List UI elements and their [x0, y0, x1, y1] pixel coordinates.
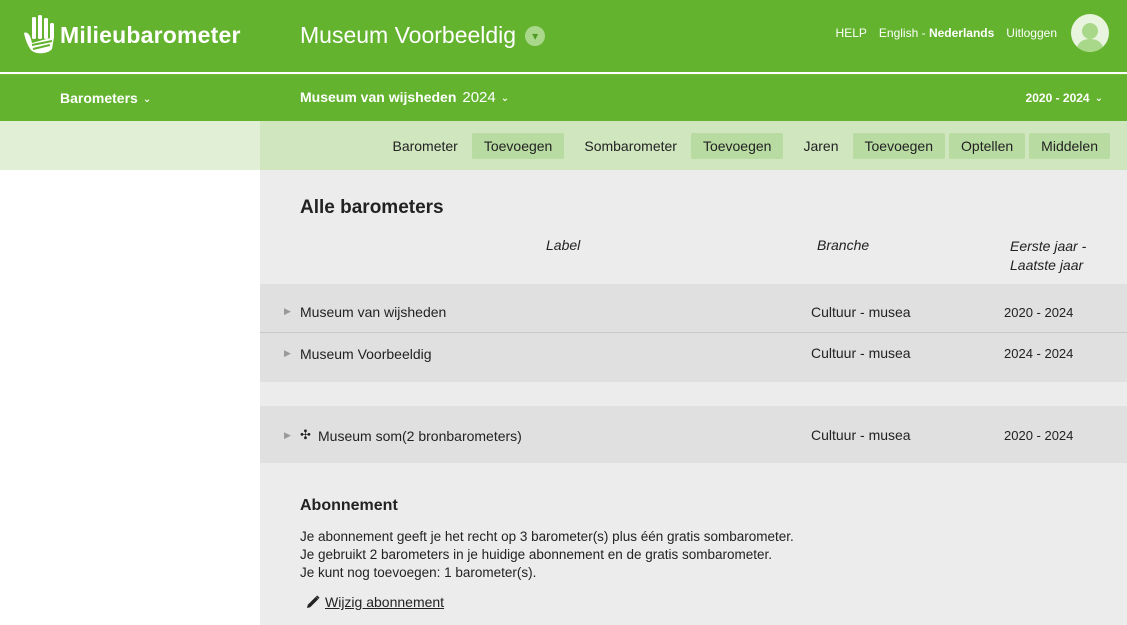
row-name[interactable]: Museum som(2 bronbarometers) — [318, 428, 522, 444]
pencil-icon — [307, 595, 320, 608]
expand-triangle-icon[interactable]: ▶ — [284, 430, 291, 441]
sub-navigation: Barometers ⌄ Museum van wijsheden 2024 ⌄ 20… — [0, 74, 1127, 121]
selected-barometer: Museum van wijsheden — [300, 89, 457, 105]
subscription-line: Je kunt nog toevoegen: 1 barometer(s). — [300, 565, 537, 580]
sombarometer-label: Sombarometer — [584, 137, 677, 154]
year-range-selector[interactable]: 2020 - 2024 ⌄ — [1026, 91, 1103, 105]
subscription-text: Je abonnement geeft je het recht op 3 ba… — [300, 528, 794, 582]
logo-hand-icon — [24, 15, 54, 54]
edit-subscription-label[interactable]: Wijzig abonnement — [325, 594, 444, 610]
top-bar: Milieubarometer Museum Voorbeeldig ▾ HEL… — [0, 0, 1127, 72]
chevron-down-icon: ⌄ — [142, 94, 152, 105]
logout-link[interactable]: Uitloggen — [1006, 26, 1057, 40]
top-links: HELP English - Nederlands Uitloggen — [824, 14, 1109, 52]
lang-english-link[interactable]: English — [879, 26, 918, 40]
subscription-line: Je abonnement geeft je het recht op 3 ba… — [300, 529, 794, 544]
subscription-title: Abonnement — [300, 497, 398, 514]
row-branche: Cultuur - musea — [811, 304, 911, 320]
barometer-selector[interactable]: Museum van wijsheden 2024 ⌄ — [300, 89, 509, 106]
row-years: 2020 - 2024 — [1004, 305, 1074, 320]
sum-icon: ✣ — [300, 427, 311, 442]
lang-separator: - — [918, 26, 929, 40]
organization-selector[interactable]: Museum Voorbeeldig ▾ — [300, 22, 546, 49]
help-link[interactable]: HELP — [836, 26, 867, 40]
chevron-down-icon: ⌄ — [500, 93, 510, 104]
lang-dutch-link[interactable]: Nederlands — [929, 26, 994, 40]
sidebar — [0, 170, 260, 625]
logo[interactable]: Milieubarometer — [22, 14, 241, 56]
selected-year: 2024 — [462, 89, 496, 106]
barometer-group: ▶ Museum van wijsheden Cultuur - musea 2… — [260, 284, 1127, 382]
page-title: Alle barometers — [300, 197, 444, 218]
avatar[interactable] — [1071, 14, 1109, 52]
add-years-button[interactable]: Toevoegen — [852, 132, 946, 159]
column-header-years-line2: Laatste jaar — [1010, 257, 1084, 273]
jaren-label: Jaren — [803, 137, 839, 154]
add-sombarometer-button[interactable]: Toevoegen — [690, 132, 784, 159]
app-name: Milieubarometer — [60, 21, 241, 48]
expand-triangle-icon[interactable]: ▶ — [284, 348, 291, 359]
row-branche: Cultuur - musea — [811, 345, 911, 361]
year-range: 2020 - 2024 — [1025, 91, 1090, 105]
row-branche: Cultuur - musea — [811, 427, 911, 443]
organization-title: Museum Voorbeeldig — [300, 22, 517, 48]
column-header-years: Eerste jaar - Laatste jaar — [1010, 237, 1086, 275]
chevron-down-icon[interactable]: ▾ — [525, 25, 546, 46]
user-icon — [1076, 23, 1104, 52]
row-divider — [260, 332, 1127, 333]
barometer-label: Barometer — [392, 137, 458, 154]
sum-button[interactable]: Optellen — [949, 132, 1026, 159]
row-name[interactable]: Museum Voorbeeldig — [300, 346, 432, 362]
row-name[interactable]: Museum van wijsheden — [300, 304, 446, 320]
average-button[interactable]: Middelen — [1029, 132, 1110, 159]
row-years: 2024 - 2024 — [1004, 346, 1074, 361]
chevron-down-icon: ⌄ — [1094, 93, 1103, 104]
row-years: 2020 - 2024 — [1004, 428, 1074, 443]
subscription-line: Je gebruikt 2 barometers in je huidige a… — [300, 547, 773, 562]
column-header-years-line1: Eerste jaar - — [1010, 238, 1087, 254]
sum-barometer-group: ▶ ✣ Museum som(2 bronbarometers) Cultuur… — [260, 406, 1127, 463]
toolbar: Barometer Toevoegen Sombarometer Toevoeg… — [260, 121, 1127, 170]
add-barometer-button[interactable]: Toevoegen — [471, 132, 565, 159]
sidebar-header — [0, 121, 260, 170]
column-header-branche: Branche — [817, 237, 870, 253]
barometers-menu[interactable]: Barometers ⌄ — [60, 90, 151, 106]
edit-subscription-link[interactable]: Wijzig abonnement — [306, 594, 444, 610]
main-content: Alle barometers Label Branche Eerste jaa… — [260, 170, 1127, 625]
barometers-menu-label: Barometers — [60, 90, 138, 106]
language-switcher: English - Nederlands — [879, 26, 994, 40]
expand-triangle-icon[interactable]: ▶ — [284, 306, 291, 317]
column-header-label: Label — [546, 237, 581, 253]
